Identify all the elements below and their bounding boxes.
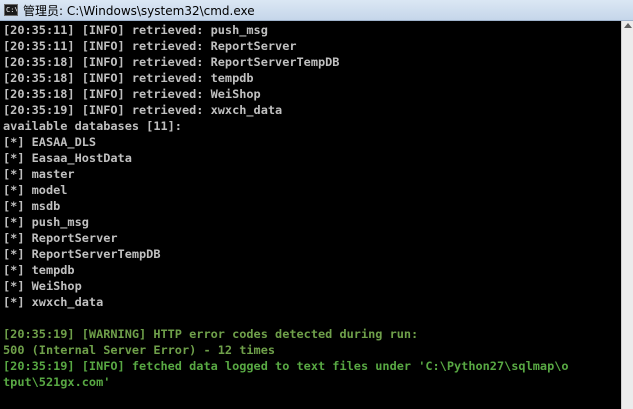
scroll-up-arrow-icon[interactable] (624, 23, 632, 28)
console-line: available databases [11]: (3, 119, 182, 133)
vertical-scrollbar[interactable] (621, 21, 633, 409)
console-line: [20:35:18] [INFO] retrieved: ReportServe… (3, 55, 340, 69)
database-list-item: [*] EASAA_DLS (3, 135, 97, 149)
database-list-item: [*] tempdb (3, 263, 75, 277)
window-title: 管理员: C:\Windows\system32\cmd.exe (23, 3, 255, 18)
cmd-window: C:\ 管理员: C:\Windows\system32\cmd.exe [20… (0, 0, 633, 409)
console-output[interactable]: [20:35:11] [INFO] retrieved: push_msg [2… (0, 21, 621, 409)
console-line: [20:35:11] [INFO] retrieved: ReportServe… (3, 39, 297, 53)
database-list-item: [*] model (3, 183, 68, 197)
console-line: [20:35:11] [INFO] retrieved: push_msg (3, 23, 268, 37)
console-line: [20:35:18] [INFO] retrieved: tempdb (3, 71, 254, 85)
console-line: [20:35:19] [INFO] retrieved: xwxch_data (3, 103, 283, 117)
title-bar[interactable]: C:\ 管理员: C:\Windows\system32\cmd.exe (0, 0, 633, 21)
warning-line: [20:35:19] [WARNING] HTTP error codes de… (3, 327, 419, 341)
database-list-item: [*] msdb (3, 199, 61, 213)
database-list-item: [*] WeiShop (3, 279, 82, 293)
database-list-item: [*] push_msg (3, 215, 89, 229)
database-list-item: [*] ReportServerTempDB (3, 247, 161, 261)
info-line: tput\521gx.com' (3, 375, 111, 389)
cmd-icon: C:\ (4, 4, 18, 16)
warning-line: 500 (Internal Server Error) - 12 times (3, 343, 276, 357)
console-line: [20:35:18] [INFO] retrieved: WeiShop (3, 87, 261, 101)
database-list-item: [*] Easaa_HostData (3, 151, 132, 165)
database-list-item: [*] xwxch_data (3, 295, 104, 309)
database-list-item: [*] master (3, 167, 75, 181)
database-list-item: [*] ReportServer (3, 231, 118, 245)
info-line: [20:35:19] [INFO] fetched data logged to… (3, 359, 569, 373)
